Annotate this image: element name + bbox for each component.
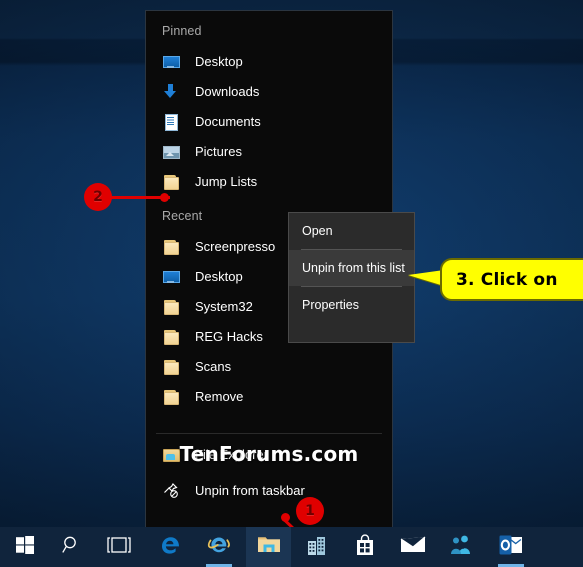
outlook-button[interactable]: [488, 527, 533, 567]
context-menu-item-open[interactable]: Open: [289, 213, 414, 249]
desktop-screen: Pinned Desktop Downloads Documents Pictu…: [0, 0, 583, 567]
microsoft-store-button[interactable]: [342, 527, 387, 567]
file-explorer-button[interactable]: [246, 527, 291, 567]
marker-1: 1: [296, 497, 324, 525]
unpin-icon: [162, 482, 179, 499]
jumplist-item-label: Desktop: [195, 53, 243, 69]
jumplist-item-remove[interactable]: Remove: [146, 381, 392, 411]
desktop-icon: [162, 53, 180, 70]
download-icon: [162, 83, 179, 100]
task-view-icon: [106, 536, 131, 558]
folder-icon: [162, 388, 179, 405]
document-icon: [162, 113, 179, 131]
folder-icon: [162, 298, 179, 315]
jumplist-item-label: Screenpresso: [195, 238, 276, 254]
people-icon: [449, 534, 473, 561]
jumplist-item-file-explorer[interactable]: File Explorer: [146, 439, 392, 469]
jumplist-item-label: Desktop: [195, 268, 243, 284]
jumplist-item-label: System32: [195, 298, 253, 314]
context-menu-item-label: Open: [302, 224, 333, 238]
mail-button[interactable]: [390, 527, 435, 567]
marker-1-leader-dot: [281, 513, 290, 522]
jumplist-item-label: File Explorer: [195, 446, 268, 462]
file-explorer-icon: [257, 534, 281, 560]
start-button[interactable]: [2, 527, 47, 567]
marker-2-number: 2: [93, 189, 103, 205]
jumplist-divider: [156, 433, 382, 434]
context-menu-item-properties[interactable]: Properties: [289, 287, 414, 323]
internet-explorer-icon: [207, 533, 231, 562]
jumplist-item-unpin-from-taskbar[interactable]: Unpin from taskbar: [146, 475, 392, 505]
callout-bubble: 3. Click on: [440, 258, 583, 301]
context-menu: Open Unpin from this list Properties: [288, 212, 415, 343]
callout-text: 3. Click on: [456, 269, 558, 290]
taskbar: [0, 527, 583, 567]
marker-2-leader-dot: [160, 193, 169, 202]
context-menu-item-unpin-from-this-list[interactable]: Unpin from this list: [289, 250, 414, 286]
task-view-button[interactable]: [96, 527, 141, 567]
pictures-icon: [162, 143, 180, 160]
search-button[interactable]: [49, 527, 94, 567]
jumplist-item-jump-lists[interactable]: Jump Lists: [146, 166, 392, 196]
people-button[interactable]: [438, 527, 483, 567]
jumplist-item-desktop-pinned[interactable]: Desktop: [146, 46, 392, 76]
jumplist-item-downloads[interactable]: Downloads: [146, 76, 392, 106]
internet-explorer-button[interactable]: [196, 527, 241, 567]
jumplist-item-scans[interactable]: Scans: [146, 351, 392, 381]
context-menu-item-label: Properties: [302, 298, 359, 312]
desktop-icon: [162, 268, 180, 285]
search-icon: [62, 535, 81, 559]
windows-logo-icon: [15, 535, 34, 559]
jumplist-item-documents[interactable]: Documents: [146, 106, 392, 136]
callout-tail: [408, 270, 444, 286]
marker-1-number: 1: [305, 503, 315, 519]
shopping-bag-icon: [355, 533, 375, 561]
jumplist-item-pictures[interactable]: Pictures: [146, 136, 392, 166]
marker-2: 2: [84, 183, 112, 211]
jumplist-item-label: Jump Lists: [195, 173, 258, 189]
pinned-section-header: Pinned: [162, 24, 202, 38]
context-menu-item-label: Unpin from this list: [302, 261, 405, 275]
microsoft-edge-button[interactable]: [148, 527, 193, 567]
jumplist-item-label: Downloads: [195, 83, 260, 99]
jumplist-item-label: Unpin from taskbar: [195, 482, 305, 498]
outlook-icon: [499, 535, 523, 560]
folder-icon: [162, 173, 179, 190]
buildings-icon: [306, 534, 328, 561]
jumplist-item-label: Pictures: [195, 143, 242, 159]
folder-icon: [162, 358, 179, 375]
mail-envelope-icon: [400, 535, 426, 559]
folder-icon: [162, 238, 179, 255]
jumplist-item-label: Documents: [195, 113, 261, 129]
jumplist-item-label: Remove: [195, 388, 244, 404]
folder-icon: [162, 328, 179, 345]
file-explorer-icon: [162, 446, 180, 463]
store-apps-button[interactable]: [294, 527, 339, 567]
jumplist-item-label: Scans: [195, 358, 232, 374]
edge-icon: [159, 533, 183, 562]
jumplist-item-label: REG Hacks: [195, 328, 263, 344]
